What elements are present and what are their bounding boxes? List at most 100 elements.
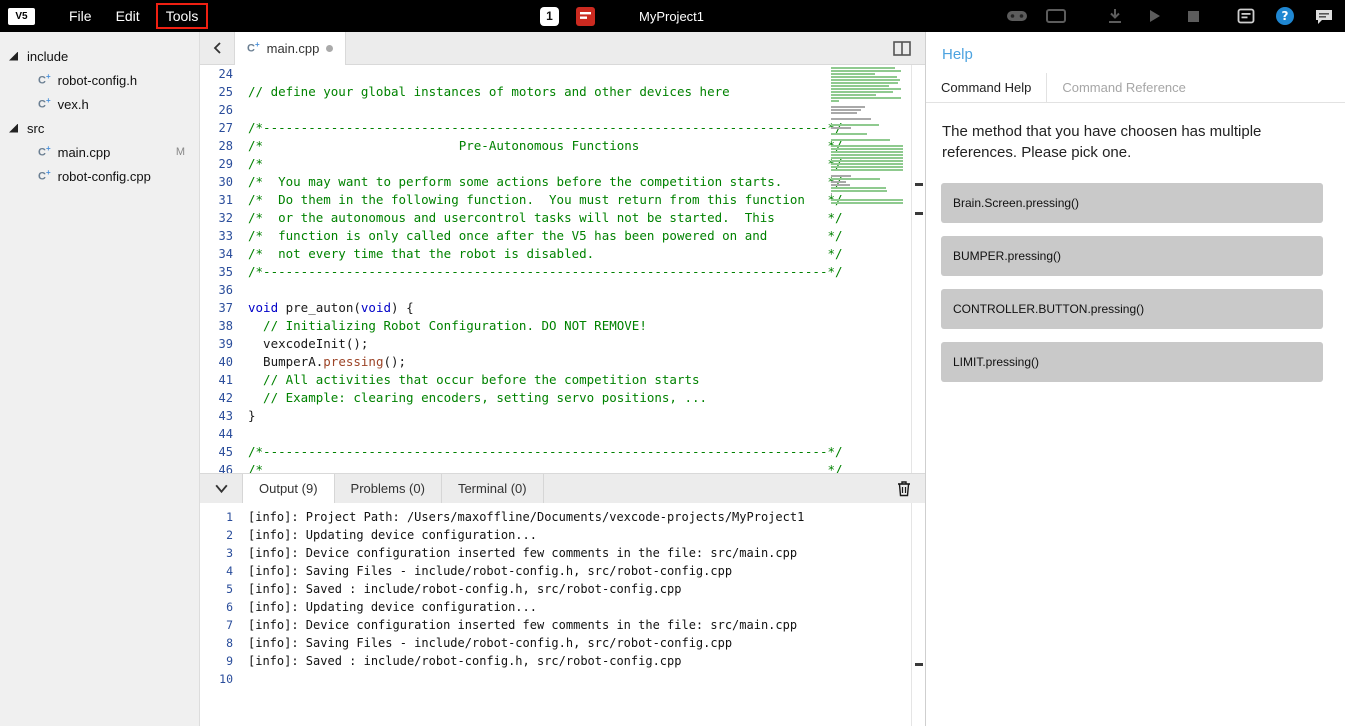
output-line: 3[info]: Device configuration inserted f… [200, 544, 911, 562]
svg-text:?: ? [1282, 9, 1289, 23]
output-scrollbar[interactable] [911, 503, 925, 726]
code-text[interactable]: /* function is only called once after th… [248, 227, 843, 245]
code-text[interactable]: // Initializing Robot Configuration. DO … [248, 317, 647, 335]
clear-output-trash-icon[interactable] [893, 478, 915, 500]
minimap-row [831, 100, 839, 102]
code-token: pre_auton( [278, 300, 361, 315]
line-number: 45 [200, 443, 240, 461]
menu-file[interactable]: File [67, 5, 94, 27]
help-option-controller-button-pressing[interactable]: CONTROLLER.BUTTON.pressing() [941, 289, 1323, 329]
output-text: [info]: Project Path: /Users/maxoffline/… [248, 508, 804, 526]
help-tab-command-reference[interactable]: Command Reference [1047, 73, 1201, 102]
code-text[interactable]: // All activities that occur before the … [248, 371, 700, 389]
help-option-bumper-pressing[interactable]: BUMPER.pressing() [941, 236, 1323, 276]
output-text: [info]: Saving Files - include/robot-con… [248, 634, 732, 652]
help-icon[interactable]: ? [1274, 6, 1296, 26]
download-icon[interactable] [1104, 6, 1126, 26]
stop-icon[interactable] [1182, 6, 1204, 26]
line-number: 42 [200, 389, 240, 407]
code-text[interactable]: void pre_auton(void) { [248, 299, 414, 317]
code-text[interactable]: /* Do them in the following function. Yo… [248, 191, 843, 209]
code-line: 26 [200, 101, 911, 119]
minimap[interactable] [831, 67, 907, 205]
controller-icon[interactable] [1006, 6, 1028, 26]
tab-main-cpp[interactable]: C+ main.cpp [234, 32, 346, 65]
code-text[interactable]: BumperA.pressing(); [248, 353, 406, 371]
code-token: /*--------------------------------------… [248, 444, 843, 459]
file-name: robot-config.cpp [58, 169, 151, 184]
code-token: void [361, 300, 391, 315]
brain-screen-icon[interactable] [1045, 6, 1067, 26]
sidebar-folder-src[interactable]: src [0, 116, 199, 140]
help-option-brain-screen-pressing[interactable]: Brain.Screen.pressing() [941, 183, 1323, 223]
code-line: 37void pre_auton(void) { [200, 299, 911, 317]
cpp-file-icon: C+ [38, 97, 51, 111]
editor-overview-ruler[interactable] [911, 65, 925, 473]
minimap-row [831, 175, 851, 177]
slot-icon[interactable]: 1 [540, 7, 559, 26]
code-line: 40 BumperA.pressing(); [200, 353, 911, 371]
code-text[interactable]: /* */ [248, 155, 843, 173]
device-info-icon[interactable] [1235, 6, 1257, 26]
line-number: 36 [200, 281, 240, 299]
code-line: 31 /* Do them in the following function. … [200, 191, 911, 209]
split-editor-icon[interactable] [891, 38, 913, 58]
code-text[interactable]: // define your global instances of motor… [248, 83, 730, 101]
output-line: 9[info]: Saved : include/robot-config.h,… [200, 652, 911, 670]
code-text[interactable]: /* Pre-Autonomous Functions */ [248, 137, 843, 155]
output-line: 6[info]: Updating device configuration..… [200, 598, 911, 616]
code-text[interactable]: /* not every time that the robot is disa… [248, 245, 843, 263]
code-line: 36 [200, 281, 911, 299]
code-text[interactable]: /* or the autonomous and usercontrol tas… [248, 209, 843, 227]
line-number: 30 [200, 173, 240, 191]
line-number: 31 [200, 191, 240, 209]
menu-tools[interactable]: Tools [156, 3, 209, 29]
help-tabs: Command HelpCommand Reference [926, 73, 1345, 103]
help-tab-command-help[interactable]: Command Help [926, 73, 1047, 102]
collapse-panel-icon[interactable] [210, 478, 232, 500]
minimap-row [831, 118, 871, 120]
code-token: vexcodeInit(); [248, 336, 368, 351]
modified-dot [326, 45, 333, 52]
line-number: 29 [200, 155, 240, 173]
minimap-row [831, 151, 903, 153]
menu-edit[interactable]: Edit [114, 5, 142, 27]
sidebar-file-robot-config-cpp[interactable]: C+robot-config.cpp [0, 164, 199, 188]
tab-output-9[interactable]: Output (9) [242, 474, 335, 504]
bottom-panel-tabbar: Output (9)Problems (0)Terminal (0) [200, 473, 925, 503]
sidebar-file-main-cpp[interactable]: C+main.cppM [0, 140, 199, 164]
code-text[interactable]: } [248, 407, 256, 425]
code-text[interactable]: /*--------------------------------------… [248, 443, 843, 461]
brain-status-icon[interactable] [574, 6, 596, 26]
minimap-row [831, 181, 846, 183]
sidebar-folder-include[interactable]: include [0, 44, 199, 68]
line-number: 28 [200, 137, 240, 155]
feedback-icon[interactable] [1313, 6, 1335, 26]
output-line: 1[info]: Project Path: /Users/maxoffline… [200, 508, 911, 526]
code-editor[interactable]: 2425// define your global instances of m… [200, 65, 911, 473]
sidebar-file-robot-config-h[interactable]: C+robot-config.h [0, 68, 199, 92]
code-line: 34/* not every time that the robot is di… [200, 245, 911, 263]
output-line-number: 4 [200, 562, 240, 580]
output-line-number: 3 [200, 544, 240, 562]
code-text[interactable]: /* You may want to perform some actions … [248, 173, 843, 191]
code-text[interactable]: /*--------------------------------------… [248, 263, 843, 281]
code-text[interactable]: /* */ [248, 461, 843, 473]
code-token: void [248, 300, 278, 315]
code-text[interactable]: /*--------------------------------------… [248, 119, 843, 137]
minimap-row [831, 160, 903, 162]
tab-terminal-0[interactable]: Terminal (0) [442, 474, 544, 504]
back-icon[interactable] [208, 38, 228, 58]
tab-problems-0[interactable]: Problems (0) [335, 474, 442, 504]
output-console[interactable]: 1[info]: Project Path: /Users/maxoffline… [200, 503, 911, 726]
minimap-row [831, 133, 867, 135]
help-option-limit-pressing[interactable]: LIMIT.pressing() [941, 342, 1323, 382]
minimap-row [831, 85, 889, 87]
minimap-row [831, 112, 857, 114]
play-icon[interactable] [1143, 6, 1165, 26]
sidebar-file-vex-h[interactable]: C+vex.h [0, 92, 199, 116]
code-text[interactable]: // Example: clearing encoders, setting s… [248, 389, 707, 407]
code-text[interactable]: vexcodeInit(); [248, 335, 368, 353]
line-number: 35 [200, 263, 240, 281]
code-token: /* function is only called once after th… [248, 228, 843, 243]
